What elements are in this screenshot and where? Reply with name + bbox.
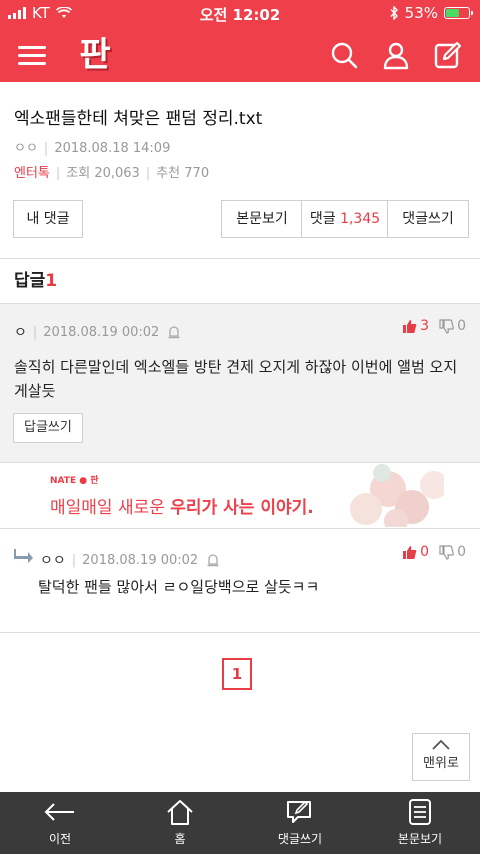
downvote-count: 0 <box>457 544 466 560</box>
view-body-button[interactable]: 본문보기 <box>221 200 303 238</box>
nav-prev[interactable]: 이전 <box>0 792 120 854</box>
comments-count-button[interactable]: 댓글 1,345 <box>301 200 389 238</box>
post-meta: ㅇㅇ | 2018.08.18 14:09 <box>14 141 171 156</box>
thumbs-down-icon <box>439 544 455 560</box>
ad-slogan: 매일매일 새로운 우리가 사는 이야기. <box>50 493 314 518</box>
post-date: 2018.08.18 14:09 <box>54 141 171 156</box>
battery-icon <box>444 7 473 19</box>
thumbs-up-icon <box>403 545 417 559</box>
scroll-top-label: 맨위로 <box>423 756 459 771</box>
divider <box>0 632 480 633</box>
write-icon[interactable] <box>432 39 464 71</box>
ad-slogan-a: 매일매일 새로운 <box>50 498 165 518</box>
pann-logo[interactable]: 판 <box>68 33 122 77</box>
downvote-button[interactable]: 0 <box>439 544 466 560</box>
arrow-left-icon <box>44 803 74 821</box>
reply-meta: ㅇㅇ | 2018.08.19 00:02 <box>40 550 220 570</box>
upvote-button[interactable]: 0 <box>402 544 429 560</box>
write-comment-button[interactable]: 댓글쓰기 <box>387 200 469 238</box>
reply-author: ㅇㅇ <box>40 553 66 569</box>
page-1-link[interactable]: 1 <box>222 658 252 690</box>
ad-brand: NATE ● 판 <box>50 476 99 486</box>
reply-write-button[interactable]: 답글쓰기 <box>13 413 83 443</box>
reply-date: 2018.08.19 00:02 <box>82 552 199 568</box>
upvote-button[interactable]: 3 <box>402 318 429 334</box>
nav-write-comment[interactable]: 댓글쓰기 <box>240 792 360 854</box>
upvote-count: 0 <box>420 544 430 560</box>
comment-author: ㅇ <box>14 325 27 341</box>
reply-arrow-icon <box>14 549 33 563</box>
replies-header: 답글1 <box>14 266 57 291</box>
upvote-count: 3 <box>420 318 430 334</box>
document-icon <box>409 799 431 825</box>
comment-votes: 3 0 <box>402 318 466 334</box>
post-category[interactable]: 엔터톡 <box>14 166 50 181</box>
comments-label: 댓글 <box>309 211 336 227</box>
battery-percent: 53% <box>404 4 438 22</box>
post-views: 조회 20,063 <box>66 166 140 181</box>
ad-banner[interactable]: NATE ● 판 매일매일 새로운 우리가 사는 이야기. <box>36 463 444 527</box>
bluetooth-icon <box>390 6 398 20</box>
comment-write-icon <box>287 800 311 823</box>
menu-icon[interactable] <box>18 42 46 68</box>
post-stats: 엔터톡 | 조회 20,063 | 추천 770 <box>14 166 210 181</box>
bottom-nav: 이전 홈 댓글쓰기 본문보기 <box>0 792 480 854</box>
thumbs-down-icon <box>439 318 455 334</box>
divider <box>0 528 480 529</box>
home-icon <box>167 800 193 825</box>
post-author: ㅇㅇ <box>14 141 38 156</box>
post-recommend: 추천 770 <box>156 166 210 181</box>
post-header: 엑소팬들한테 쳐맞은 팬덤 정리.txt ㅇㅇ | 2018.08.18 14:09… <box>0 82 480 181</box>
nav-home[interactable]: 홈 <box>120 792 240 854</box>
nav-prev-label: 이전 <box>48 832 72 846</box>
comments-count: 1,345 <box>340 211 381 227</box>
search-icon[interactable] <box>328 39 360 71</box>
siren-icon[interactable] <box>206 553 220 567</box>
app-bar: 판 <box>0 28 480 82</box>
my-comments-button[interactable]: 내 댓글 <box>13 200 83 238</box>
comment-body: 솔직히 다른말인데 엑소엘들 방탄 견제 오지게 하잖아 이번에 앨범 오지게살… <box>14 358 458 400</box>
balloons-image <box>350 464 444 527</box>
divider <box>0 258 480 259</box>
user-icon[interactable] <box>380 39 412 71</box>
chevron-up-icon <box>432 740 450 750</box>
nav-body-label: 본문보기 <box>397 832 443 846</box>
downvote-count: 0 <box>457 318 466 334</box>
scroll-top-button[interactable]: 맨위로 <box>412 733 470 781</box>
thumbs-up-icon <box>403 319 417 333</box>
comment-toolbar: 내 댓글 본문보기 댓글 1,345 댓글쓰기 <box>13 200 469 238</box>
nav-home-label: 홈 <box>174 832 186 846</box>
comment-date: 2018.08.19 00:02 <box>43 324 160 340</box>
downvote-button[interactable]: 0 <box>439 318 466 334</box>
reply-votes: 0 0 <box>402 544 466 560</box>
ad-slogan-b: 우리가 사는 이야기. <box>170 498 314 518</box>
nav-write-label: 댓글쓰기 <box>277 832 323 846</box>
post-title: 엑소팬들한테 쳐맞은 팬덤 정리.txt <box>14 109 263 129</box>
status-bar: KT 오전 12:02 53% <box>0 0 480 28</box>
comment-meta: ㅇ | 2018.08.19 00:02 <box>14 322 181 342</box>
replies-count: 1 <box>45 271 58 291</box>
reply-body: 탈덕한 팬들 많아서 ㄹㅇ일당백으로 살듯ㅋㅋ <box>38 578 320 596</box>
nav-view-body[interactable]: 본문보기 <box>360 792 480 854</box>
replies-label: 답글 <box>14 271 46 291</box>
siren-icon[interactable] <box>167 325 181 339</box>
